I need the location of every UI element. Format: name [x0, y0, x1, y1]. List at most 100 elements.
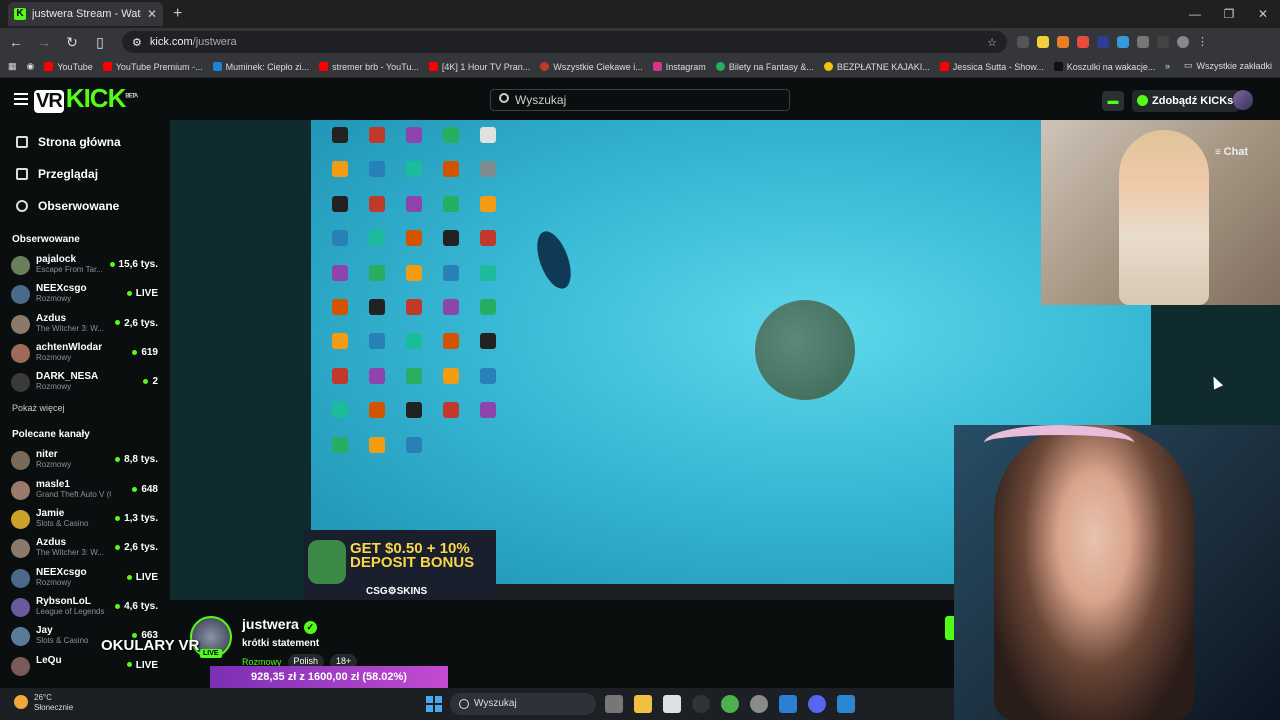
extension-icon[interactable] [1097, 36, 1109, 48]
channel-item[interactable]: NEEXcsgo Rozmowy LIVE [0, 280, 170, 309]
channel-item[interactable]: Azdus The Witcher 3: W... 2,6 tys. [0, 310, 170, 339]
chat-toggle-button[interactable]: Chat [1215, 146, 1248, 158]
channel-item[interactable]: achtenWlodar Rozmowy 619 [0, 339, 170, 368]
desktop-icon [321, 227, 358, 261]
new-tab-icon[interactable]: + [173, 5, 182, 23]
close-window-icon[interactable]: ✕ [1246, 0, 1280, 28]
task-view-icon[interactable] [605, 695, 623, 713]
channel-item[interactable]: LeQu LIVE [0, 652, 170, 681]
bookmark-item[interactable]: Koszulki na wakacje... [1053, 62, 1155, 72]
app-icon[interactable] [692, 695, 710, 713]
store-icon[interactable] [663, 695, 681, 713]
channel-avatar [11, 480, 30, 500]
bookmark-item[interactable]: Instagram [652, 62, 706, 72]
gift-icon[interactable]: ▬ [1102, 91, 1124, 111]
back-icon[interactable]: ← [4, 34, 28, 50]
extension-icon[interactable] [1017, 36, 1029, 48]
puzzle-icon[interactable] [1137, 36, 1149, 48]
desktop-icon [469, 330, 506, 364]
kick-logo[interactable]: VR KICKBETA [34, 83, 138, 114]
url-domain: kick.com [149, 36, 193, 48]
channel-item[interactable]: DARK_NESA Rozmowy 2 [0, 368, 170, 397]
search-input[interactable]: Wyszukaj [490, 89, 790, 111]
profile-icon[interactable] [1177, 36, 1189, 48]
channel-name: niter [36, 449, 58, 461]
bookmark-item[interactable]: [4K] 1 Hour TV Pran... [428, 62, 530, 72]
notepad-icon[interactable] [837, 695, 855, 713]
extension-icon[interactable] [1037, 36, 1049, 48]
media-icon[interactable] [1157, 36, 1169, 48]
site-header: VR KICKBETA Wyszukaj ▬ Zdobądź KICKs [0, 78, 1280, 120]
desktop-icon [321, 193, 358, 227]
channel-category: Escape From Tar... [36, 265, 103, 274]
desktop-icon [358, 158, 395, 192]
channel-item[interactable]: pajalock Escape From Tar... 15,6 tys. [0, 251, 170, 280]
viewer-count: 2 [143, 376, 158, 387]
channel-name: Azdus [36, 537, 66, 549]
get-kicks-button[interactable]: Zdobądź KICKs [1132, 90, 1240, 112]
channel-item[interactable]: niter Rozmowy 8,8 tys. [0, 446, 170, 475]
address-bar[interactable]: ⚙ kick.com/justwera ☆ [122, 31, 1007, 53]
desktop-icon [432, 124, 469, 158]
chrome-icon[interactable] [721, 695, 739, 713]
main-nav: Strona główna Przeglądaj Obserwowane [0, 120, 170, 222]
streamer-name[interactable]: justwera ✓ [242, 616, 317, 634]
hamburger-menu-icon[interactable] [14, 93, 28, 105]
bookmark-item[interactable]: Jessica Sutta - Show... [939, 62, 1044, 72]
desktop-icon [432, 296, 469, 330]
file-explorer-icon[interactable] [634, 695, 652, 713]
channel-item[interactable]: Azdus The Witcher 3: W... 2,6 tys. [0, 534, 170, 563]
bookmark-item[interactable]: YouTube Premium -... [102, 62, 203, 72]
desktop-icon [358, 330, 395, 364]
bookmark-item[interactable]: stremer brb - YouTu... [319, 62, 419, 72]
search-icon [499, 93, 509, 103]
menu-kebab-icon[interactable]: ⋮ [1197, 36, 1209, 48]
channel-avatar [11, 373, 30, 393]
site-info-icon[interactable]: ⚙ [132, 36, 142, 49]
close-tab-icon[interactable]: ✕ [147, 7, 157, 21]
apps-icon[interactable]: ▦ [8, 61, 17, 72]
channel-item[interactable]: Jamie Slots & Casino 1,3 tys. [0, 505, 170, 534]
reload-icon[interactable]: ↻ [60, 34, 84, 51]
windows-start-icon[interactable] [426, 696, 442, 712]
bookmark-icon[interactable]: ◉ [27, 61, 35, 72]
channel-avatar [11, 627, 30, 647]
bookmark-item[interactable]: BEZPŁATNE KAJAKI... [823, 62, 930, 72]
forward-icon[interactable]: → [32, 34, 56, 50]
discord-icon[interactable] [808, 695, 826, 713]
app-icon[interactable] [779, 695, 797, 713]
channel-category: The Witcher 3: W... [36, 323, 105, 333]
taskbar-search[interactable]: Wyszukaj [450, 693, 596, 715]
desktop-icon [395, 124, 432, 158]
settings-icon[interactable] [750, 695, 768, 713]
nav-home[interactable]: Strona główna [0, 126, 170, 158]
bookmark-item[interactable]: YouTube [44, 62, 93, 72]
nav-following[interactable]: Obserwowane [0, 190, 170, 222]
minimize-icon[interactable]: — [1178, 0, 1212, 28]
all-bookmarks[interactable]: » ▭ Wszystkie zakładki [1165, 60, 1272, 71]
show-more-link[interactable]: Pokaż więcej [0, 397, 170, 417]
restore-icon[interactable]: ❐ [1212, 0, 1246, 28]
bookmark-item[interactable]: Bilety na Fantasy &... [715, 62, 814, 72]
channel-name: DARK_NESA [36, 371, 99, 383]
browser-tab[interactable]: K justwera Stream - Watch Li ✕ [8, 2, 163, 26]
extension-icon[interactable] [1057, 36, 1069, 48]
side-tab[interactable] [945, 616, 954, 640]
desktop-icon [432, 262, 469, 296]
weather-widget[interactable]: 26°C Słonecznie [14, 693, 73, 713]
bookmark-item[interactable]: Wszystkie Ciekawe i... [540, 62, 643, 72]
tab-title: justwera Stream - Watch Li [32, 8, 141, 20]
channel-avatar [11, 597, 30, 617]
user-avatar[interactable] [1233, 90, 1253, 110]
channel-item[interactable]: RybsonLoL League of Legends 4,6 tys. [0, 593, 170, 622]
channel-item[interactable]: NEEXcsgo Rozmowy LIVE [0, 564, 170, 593]
extension-icon[interactable] [1117, 36, 1129, 48]
bookmark-item[interactable]: Muminek: Ciepło zi... [212, 62, 309, 72]
bookmark-star-icon[interactable]: ☆ [987, 36, 997, 49]
nav-browse[interactable]: Przeglądaj [0, 158, 170, 190]
sidebar-toggle-icon[interactable]: ▯ [88, 34, 112, 51]
channel-item[interactable]: masle1Grand Theft Auto V (G... 648 [0, 476, 170, 505]
channel-avatar [11, 451, 30, 471]
extension-icon[interactable] [1077, 36, 1089, 48]
live-badge: LIVE [200, 649, 222, 658]
